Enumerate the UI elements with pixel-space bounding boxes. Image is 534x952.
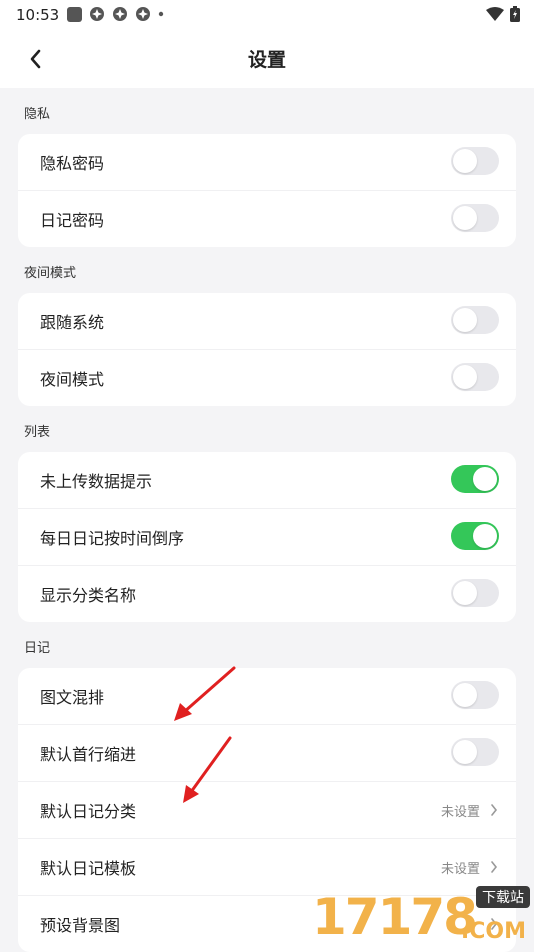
app-header: 设置 (0, 30, 534, 88)
setting-label: 未上传数据提示 (40, 472, 153, 491)
setting-label: 默认首行缩进 (40, 745, 137, 764)
follow-system-toggle[interactable] (451, 306, 499, 334)
setting-label: 预设背景图 (40, 916, 121, 935)
setting-label: 隐私密码 (40, 154, 105, 173)
setting-row-follow-system[interactable]: 跟随系统 (18, 293, 516, 349)
toggle-knob (453, 740, 477, 764)
pinwheel-icon (90, 7, 104, 21)
setting-label: 图文混排 (40, 688, 105, 707)
setting-label: 每日日记按时间倒序 (40, 529, 185, 548)
privacy-password-toggle[interactable] (451, 147, 499, 175)
chevron-right-icon (491, 861, 498, 873)
mixed-layout-toggle[interactable] (451, 681, 499, 709)
setting-row-default-category[interactable]: 默认日记分类 未设置 (18, 781, 516, 838)
square-icon (67, 6, 82, 22)
night-mode-toggle[interactable] (451, 363, 499, 391)
setting-label: 跟随系统 (40, 313, 105, 332)
section-label-list: 列表 (24, 425, 51, 440)
toggle-knob (453, 308, 477, 332)
settings-card-list: 未上传数据提示 每日日记按时间倒序 显示分类名称 (18, 452, 516, 622)
page-title: 设置 (247, 49, 286, 71)
setting-label: 夜间模式 (40, 370, 105, 389)
status-time: 10:53 (16, 6, 60, 24)
setting-row-unuploaded-hint[interactable]: 未上传数据提示 (18, 452, 516, 508)
watermark-badge: 下载站 (476, 886, 530, 908)
toggle-knob (453, 683, 477, 707)
section-label-privacy: 隐私 (24, 107, 51, 122)
wifi-icon (486, 7, 504, 21)
chevron-right-icon (491, 804, 498, 816)
status-bar: 10:53 (0, 0, 534, 30)
toggle-knob (453, 365, 477, 389)
toggle-knob (453, 206, 477, 230)
toggle-knob (453, 149, 477, 173)
toggle-knob (453, 581, 477, 605)
watermark-suffix: .COM (460, 919, 526, 944)
settings-card-privacy: 隐私密码 日记密码 (18, 134, 516, 247)
status-notification-icons (67, 6, 164, 22)
setting-row-show-category[interactable]: 显示分类名称 (18, 565, 516, 622)
battery-icon (510, 6, 520, 22)
toggle-knob (473, 467, 497, 491)
setting-row-night-mode[interactable]: 夜间模式 (18, 349, 516, 406)
section-label-diary: 日记 (24, 641, 51, 656)
watermark-digits: 17178 (312, 888, 478, 946)
setting-value: 未设置 (440, 804, 480, 820)
reverse-order-toggle[interactable] (451, 522, 499, 550)
settings-card-night-mode: 跟随系统 夜间模式 (18, 293, 516, 406)
setting-label: 显示分类名称 (40, 586, 137, 605)
status-system-icons (486, 6, 520, 22)
setting-row-diary-password[interactable]: 日记密码 (18, 190, 516, 247)
setting-row-reverse-order[interactable]: 每日日记按时间倒序 (18, 508, 516, 565)
setting-value: 未设置 (440, 861, 480, 877)
setting-label: 默认日记分类 (40, 802, 137, 821)
dot-icon (158, 11, 164, 17)
setting-label: 默认日记模板 (40, 859, 137, 878)
section-label-night-mode: 夜间模式 (24, 266, 77, 281)
settings-content: 隐私 隐私密码 日记密码 夜间模式 跟随系统 夜间模式 列表 未上传数据提示 每… (0, 88, 534, 952)
setting-row-privacy-password[interactable]: 隐私密码 (18, 134, 516, 190)
diary-password-toggle[interactable] (451, 204, 499, 232)
pinwheel-icon (113, 7, 127, 21)
show-category-toggle[interactable] (451, 579, 499, 607)
setting-row-first-line-indent[interactable]: 默认首行缩进 (18, 724, 516, 781)
pinwheel-icon (136, 7, 150, 21)
setting-row-mixed-layout[interactable]: 图文混排 (18, 668, 516, 724)
watermark-logo: 17178 下载站 .COM (304, 882, 534, 950)
first-line-indent-toggle[interactable] (451, 738, 499, 766)
unuploaded-hint-toggle[interactable] (451, 465, 499, 493)
toggle-knob (473, 524, 497, 548)
setting-label: 日记密码 (40, 211, 105, 230)
